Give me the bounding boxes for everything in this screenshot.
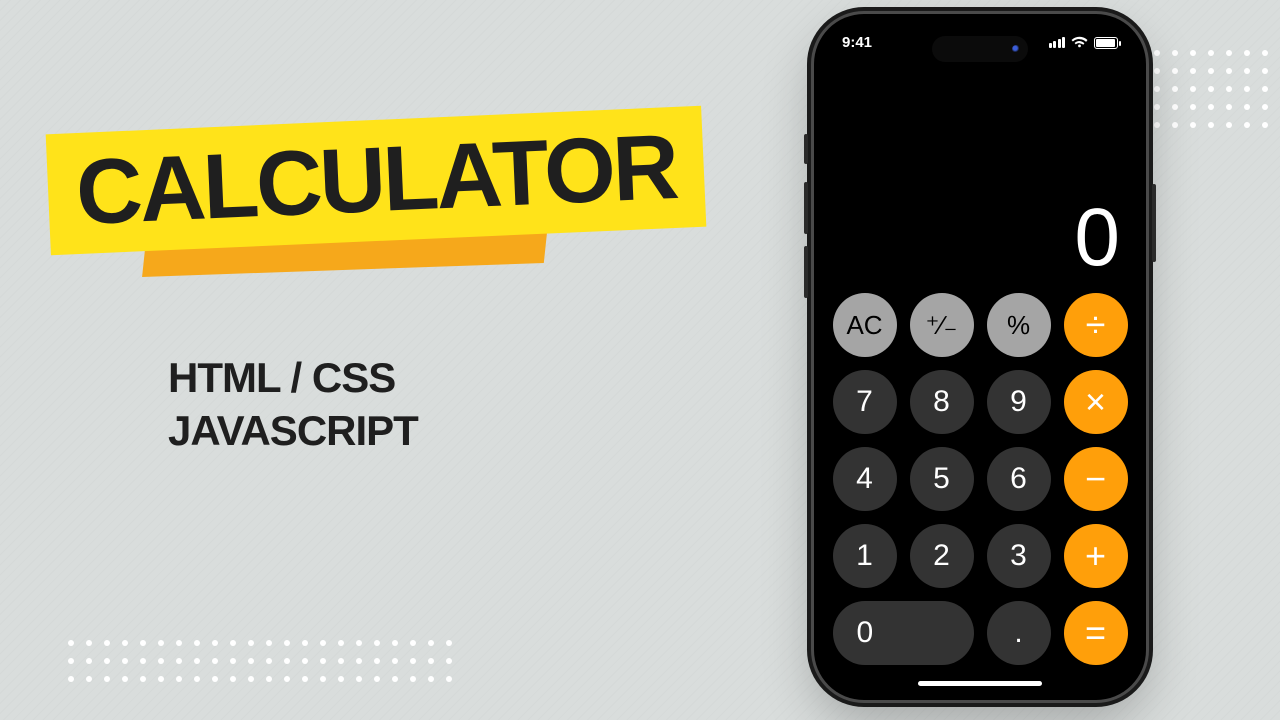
- key-3[interactable]: 3: [987, 524, 1051, 588]
- key-6[interactable]: 6: [987, 447, 1051, 511]
- key-7[interactable]: 7: [833, 370, 897, 434]
- subtitle-line-2: JAVASCRIPT: [168, 405, 418, 458]
- battery-icon: [1094, 37, 1118, 49]
- subtitle-line-1: HTML / CSS: [168, 352, 418, 405]
- volume-up-button[interactable]: [804, 182, 808, 234]
- cellular-signal-icon: [1049, 37, 1066, 48]
- key-equals[interactable]: =: [1064, 601, 1128, 665]
- key-sign[interactable]: ⁺∕₋: [910, 293, 974, 357]
- key-5[interactable]: 5: [910, 447, 974, 511]
- title-band: CALCULATOR: [46, 106, 707, 256]
- phone-mockup: 9:41 0 AC ⁺∕₋ % ÷ 7 8 9 × 4 5 6 − 1 2 3 …: [814, 14, 1146, 700]
- key-ac[interactable]: AC: [833, 293, 897, 357]
- volume-down-button[interactable]: [804, 246, 808, 298]
- dynamic-island: [932, 36, 1028, 62]
- key-2[interactable]: 2: [910, 524, 974, 588]
- key-4[interactable]: 4: [833, 447, 897, 511]
- calculator-keypad: AC ⁺∕₋ % ÷ 7 8 9 × 4 5 6 − 1 2 3 + 0 . =: [830, 293, 1130, 673]
- page-title: CALCULATOR: [74, 115, 678, 246]
- key-8[interactable]: 8: [910, 370, 974, 434]
- key-dot[interactable]: .: [987, 601, 1051, 665]
- status-time: 9:41: [842, 34, 872, 51]
- key-divide[interactable]: ÷: [1064, 293, 1128, 357]
- silent-switch[interactable]: [804, 134, 808, 164]
- subtitle: HTML / CSS JAVASCRIPT: [168, 352, 418, 457]
- power-button[interactable]: [1152, 184, 1156, 262]
- key-plus[interactable]: +: [1064, 524, 1128, 588]
- key-1[interactable]: 1: [833, 524, 897, 588]
- key-0[interactable]: 0: [833, 601, 974, 665]
- wifi-icon: [1071, 35, 1088, 51]
- calculator-display: 0: [830, 51, 1130, 293]
- key-9[interactable]: 9: [987, 370, 1051, 434]
- title-block: CALCULATOR: [48, 120, 704, 241]
- key-multiply[interactable]: ×: [1064, 370, 1128, 434]
- home-indicator[interactable]: [918, 681, 1042, 686]
- key-minus[interactable]: −: [1064, 447, 1128, 511]
- dot-grid-top-right: [1136, 50, 1268, 128]
- dot-grid-bottom-left: [68, 640, 452, 682]
- key-percent[interactable]: %: [987, 293, 1051, 357]
